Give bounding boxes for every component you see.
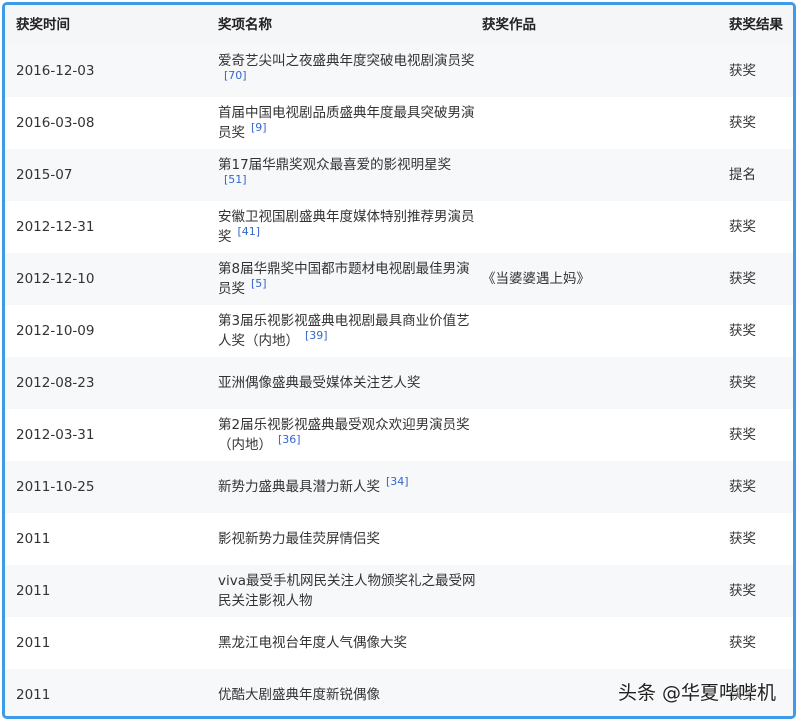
award-name: 黑龙江电视台年度人气偶像大奖 [218, 617, 478, 669]
table-row: 2012-03-31 第2届乐视影视盛典最受观众欢迎男演员奖（内地） [36] 获… [5, 409, 793, 461]
award-name: 首届中国电视剧品质盛典年度最具突破男演员奖 [9] [218, 97, 478, 149]
award-work: 《当婆婆遇上妈》 [482, 271, 590, 287]
award-result: 获奖 [729, 63, 756, 79]
award-result: 获奖 [729, 583, 756, 599]
watermark: 头条 @华夏哔哔机 [617, 682, 776, 704]
award-date: 2011-10-25 [16, 479, 95, 495]
award-name: 第17届华鼎奖观众最喜爱的影视明星奖[51] [218, 149, 478, 201]
award-name-text: 黑龙江电视台年度人气偶像大奖 [218, 635, 407, 651]
table-row: 2012-12-10 第8届华鼎奖中国都市题材电视剧最佳男演员奖 [5] 《当婆婆… [5, 253, 793, 305]
header-work: 获奖作品 [482, 17, 536, 33]
award-date: 2011 [16, 635, 51, 651]
award-name: 安徽卫视国剧盛典年度媒体特别推荐男演员奖 [41] [218, 201, 478, 253]
reference-link[interactable]: [36] [278, 433, 301, 446]
award-date: 2012-10-09 [16, 323, 95, 339]
table-row: 2011 黑龙江电视台年度人气偶像大奖 获奖 [5, 617, 793, 669]
reference-link[interactable]: [70] [224, 69, 247, 82]
award-name-text: 优酷大剧盛典年度新锐偶像 [218, 687, 380, 703]
table-row: 2011 viva最受手机网民关注人物颁奖礼之最受网民关注影视人物 获奖 [5, 565, 793, 617]
award-name: 爱奇艺尖叫之夜盛典年度突破电视剧演员奖[70] [218, 45, 478, 97]
header-award: 奖项名称 [218, 17, 272, 33]
award-date: 2011 [16, 687, 51, 703]
award-name: viva最受手机网民关注人物颁奖礼之最受网民关注影视人物 [218, 565, 478, 617]
award-name: 影视新势力最佳荧屏情侣奖 [218, 513, 478, 565]
reference-link[interactable]: [39] [305, 329, 328, 342]
award-date: 2011 [16, 531, 51, 547]
award-result: 获奖 [729, 323, 756, 339]
award-result: 获奖 [729, 635, 756, 651]
table-header: 获奖时间 奖项名称 获奖作品 获奖结果 [5, 5, 793, 45]
award-name: 优酷大剧盛典年度新锐偶像 [218, 669, 478, 716]
award-name-text: 爱奇艺尖叫之夜盛典年度突破电视剧演员奖 [218, 53, 475, 69]
award-name-text: 第2届乐视影视盛典最受观众欢迎男演员奖（内地） [218, 417, 470, 453]
award-date: 2016-12-03 [16, 63, 95, 79]
awards-table: 获奖时间 奖项名称 获奖作品 获奖结果 2016-12-03 爱奇艺尖叫之夜盛典… [2, 2, 796, 719]
award-date: 2012-08-23 [16, 375, 95, 391]
award-date: 2016-03-08 [16, 115, 95, 131]
award-name-text: 新势力盛典最具潜力新人奖 [218, 479, 380, 495]
award-result: 获奖 [729, 219, 756, 235]
award-date: 2012-12-31 [16, 219, 95, 235]
reference-link[interactable]: [5] [251, 277, 267, 290]
table-row: 2016-12-03 爱奇艺尖叫之夜盛典年度突破电视剧演员奖[70] 获奖 [5, 45, 793, 97]
award-name-text: 第17届华鼎奖观众最喜爱的影视明星奖 [218, 157, 452, 173]
award-result: 获奖 [729, 479, 756, 495]
award-result: 获奖 [729, 427, 756, 443]
table-row: 2016-03-08 首届中国电视剧品质盛典年度最具突破男演员奖 [9] 获奖 [5, 97, 793, 149]
award-name: 第3届乐视影视盛典电视剧最具商业价值艺人奖（内地） [39] [218, 305, 478, 357]
award-date: 2015-07 [16, 167, 73, 183]
award-result: 获奖 [729, 531, 756, 547]
award-date: 2012-03-31 [16, 427, 95, 443]
award-date: 2012-12-10 [16, 271, 95, 287]
table-row: 2012-10-09 第3届乐视影视盛典电视剧最具商业价值艺人奖（内地） [39]… [5, 305, 793, 357]
award-name-text: 第3届乐视影视盛典电视剧最具商业价值艺人奖（内地） [218, 313, 470, 349]
award-name: 第8届华鼎奖中国都市题材电视剧最佳男演员奖 [5] [218, 253, 478, 305]
table-row: 2015-07 第17届华鼎奖观众最喜爱的影视明星奖[51] 提名 [5, 149, 793, 201]
award-name: 第2届乐视影视盛典最受观众欢迎男演员奖（内地） [36] [218, 409, 478, 461]
reference-link[interactable]: [41] [238, 225, 261, 238]
award-name: 亚洲偶像盛典最受媒体关注艺人奖 [218, 357, 478, 409]
reference-link[interactable]: [9] [251, 121, 267, 134]
award-name-text: 影视新势力最佳荧屏情侣奖 [218, 531, 380, 547]
table-row: 2012-08-23 亚洲偶像盛典最受媒体关注艺人奖 获奖 [5, 357, 793, 409]
award-result: 获奖 [729, 115, 756, 131]
award-date: 2011 [16, 583, 51, 599]
table-row: 2011-10-25 新势力盛典最具潜力新人奖 [34] 获奖 [5, 461, 793, 513]
reference-link[interactable]: [51] [224, 173, 247, 186]
award-result: 提名 [729, 167, 756, 183]
award-name-text: 亚洲偶像盛典最受媒体关注艺人奖 [218, 375, 421, 391]
award-result: 获奖 [729, 271, 756, 287]
award-result: 获奖 [729, 375, 756, 391]
header-date: 获奖时间 [16, 17, 70, 33]
table-row: 2012-12-31 安徽卫视国剧盛典年度媒体特别推荐男演员奖 [41] 获奖 [5, 201, 793, 253]
header-result: 获奖结果 [729, 17, 783, 33]
award-name-text: viva最受手机网民关注人物颁奖礼之最受网民关注影视人物 [218, 573, 476, 609]
reference-link[interactable]: [34] [386, 475, 409, 488]
award-name: 新势力盛典最具潜力新人奖 [34] [218, 461, 478, 513]
table-row: 2011 影视新势力最佳荧屏情侣奖 获奖 [5, 513, 793, 565]
